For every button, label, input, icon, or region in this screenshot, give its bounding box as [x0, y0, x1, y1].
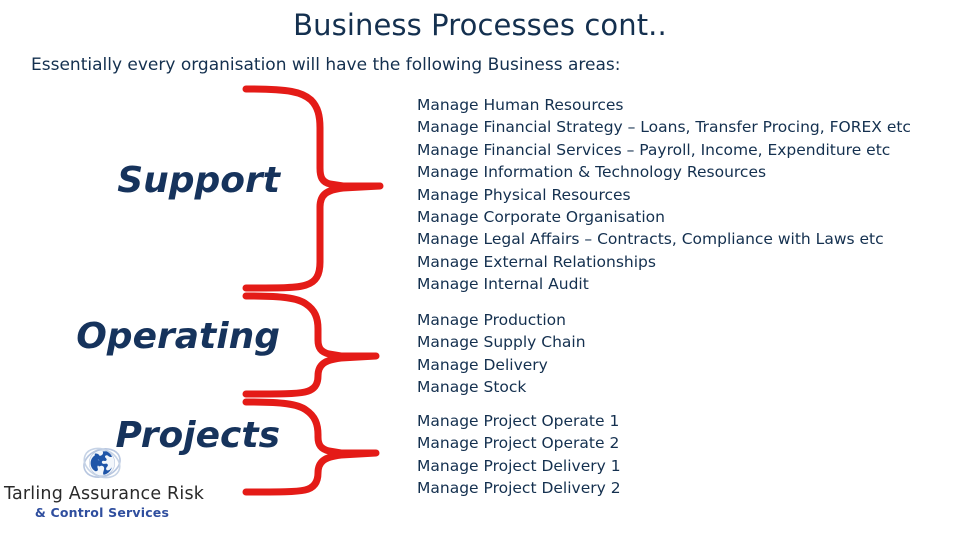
list-item: Manage Delivery — [417, 355, 548, 374]
logo: Tarling Assurance Risk & Control Service… — [4, 444, 205, 520]
list-item: Manage Project Operate 1 — [417, 412, 620, 430]
list-item: Manage Corporate Organisation — [417, 208, 665, 227]
category-label-operating: Operating — [76, 316, 280, 357]
list-item: Manage Project Delivery 2 — [417, 479, 621, 498]
process-list-projects: Manage Project Operate 1 Manage Project … — [417, 410, 621, 500]
category-label-support: Support — [117, 160, 280, 201]
list-item: Manage Legal Affairs – Contracts, Compli… — [417, 230, 884, 249]
list-item: Manage Stock — [417, 378, 527, 397]
list-item: Manage Project Delivery 1 — [417, 456, 621, 475]
list-item: Manage Human Resources — [417, 96, 624, 114]
list-item: Manage Physical Resources — [417, 185, 631, 204]
slide-subtitle: Essentially every organisation will have… — [31, 55, 621, 75]
list-item: Manage Information & Technology Resource… — [417, 163, 767, 182]
list-item: Manage Internal Audit — [417, 275, 589, 294]
list-item: Manage Production — [417, 311, 566, 329]
list-item: Manage Supply Chain — [417, 333, 586, 352]
list-item: Manage Financial Strategy – Loans, Trans… — [417, 118, 911, 137]
list-item: Manage External Relationships — [417, 252, 656, 271]
logo-primary-text: Tarling Assurance Risk — [4, 484, 205, 504]
list-item: Manage Financial Services – Payroll, Inc… — [417, 140, 891, 159]
process-list-support: Manage Human Resources Manage Financial … — [417, 94, 911, 296]
slide-canvas: Business Processes cont.. Essentially ev… — [0, 0, 960, 540]
logo-secondary-text: & Control Services — [34, 505, 170, 520]
page-title: Business Processes cont.. — [293, 8, 667, 42]
list-item: Manage Project Operate 2 — [417, 434, 620, 453]
process-list-operating: Manage Production Manage Supply Chain Ma… — [417, 309, 586, 399]
globe-icon — [83, 447, 121, 479]
